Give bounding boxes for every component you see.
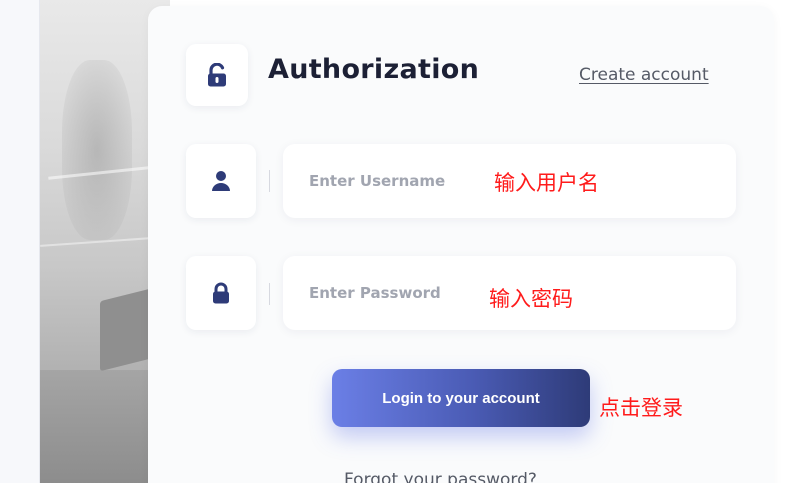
password-placeholder: Enter Password <box>309 284 441 302</box>
forgot-password-link[interactable]: Forgot your password? <box>344 470 537 483</box>
password-icon-box <box>186 256 256 330</box>
login-button[interactable]: Login to your account <box>332 369 590 427</box>
unlock-icon <box>208 63 226 87</box>
header-icon-box <box>186 44 248 106</box>
user-icon <box>212 171 230 191</box>
username-icon-box <box>186 144 256 218</box>
username-divider <box>269 170 270 192</box>
password-annotation: 输入密码 <box>489 287 573 311</box>
username-annotation: 输入用户名 <box>494 171 599 195</box>
password-divider <box>269 283 270 305</box>
lock-icon <box>213 282 229 304</box>
login-annotation: 点击登录 <box>599 396 683 420</box>
left-panel-strip <box>0 0 40 483</box>
create-account-link[interactable]: Create account <box>579 65 709 85</box>
login-button-label: Login to your account <box>382 389 540 407</box>
page-title: Authorization <box>268 54 480 85</box>
username-placeholder: Enter Username <box>309 172 446 190</box>
